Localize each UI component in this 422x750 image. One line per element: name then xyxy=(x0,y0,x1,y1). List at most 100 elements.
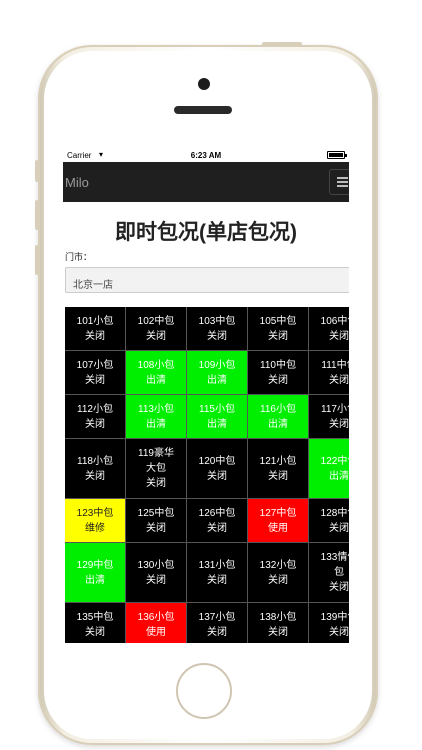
room-status: 关闭 xyxy=(207,574,227,586)
room-name: 115小包 xyxy=(199,403,235,415)
room-name: 111中包 xyxy=(321,359,349,371)
room-status: 关闭 xyxy=(329,374,349,386)
room-cell[interactable]: 139中包关闭 xyxy=(309,603,349,643)
room-status: 关闭 xyxy=(146,330,166,342)
room-name: 138小包 xyxy=(259,611,297,623)
room-status: 使用 xyxy=(268,522,288,534)
room-cell[interactable]: 137小包关闭 xyxy=(187,603,247,643)
menu-toggle-button[interactable] xyxy=(329,169,349,195)
room-cell[interactable]: 138小包关闭 xyxy=(248,603,308,643)
room-cell[interactable]: 125中包 关闭 xyxy=(126,499,186,542)
store-select[interactable]: 北京一店 xyxy=(65,267,349,293)
room-cell[interactable]: 105中包 关闭 xyxy=(248,307,308,350)
room-name: 108小包 xyxy=(137,359,175,371)
room-cell[interactable]: 129中包 出清 xyxy=(65,543,125,602)
app-screen: Carrier ▾ 6:23 AM Milo 即时包况(单店包况) 门市： 北京… xyxy=(63,147,349,643)
earpiece-speaker xyxy=(174,106,232,114)
room-status: 出清 xyxy=(207,374,227,386)
room-name: 137小包 xyxy=(198,611,236,623)
room-name: 130小包 xyxy=(137,559,175,571)
room-cell[interactable]: 131小包 关闭 xyxy=(187,543,247,602)
room-status: 关闭 xyxy=(268,574,288,586)
room-status: 关闭 xyxy=(329,418,349,430)
room-status: 关闭 xyxy=(329,330,349,342)
hamburger-icon xyxy=(337,177,348,179)
room-status: 关闭 xyxy=(146,574,166,586)
room-cell[interactable]: 122中包出清 xyxy=(309,439,349,498)
room-name: 包 xyxy=(334,567,344,578)
power-button xyxy=(262,42,302,46)
status-bar: Carrier ▾ 6:23 AM xyxy=(63,147,349,163)
room-status: 关闭 xyxy=(329,582,349,593)
room-status: 出清 xyxy=(329,470,349,482)
battery-icon xyxy=(327,151,347,159)
room-cell[interactable]: 112小包 关闭 xyxy=(65,395,125,438)
room-name: 110中包 xyxy=(260,359,296,371)
room-cell[interactable]: 118小包 关闭 xyxy=(65,439,125,498)
room-status: 关闭 xyxy=(268,626,288,638)
room-cell[interactable]: 101小包 关闭 xyxy=(65,307,125,350)
room-name: 122中包 xyxy=(320,455,349,467)
room-status: 出清 xyxy=(207,418,227,430)
room-cell[interactable]: 135中包 关闭 xyxy=(65,603,125,643)
room-status: 关闭 xyxy=(146,522,166,534)
room-status: 关闭 xyxy=(329,522,349,534)
room-name: 135中包 xyxy=(76,611,114,623)
room-cell[interactable]: 121小包关闭 xyxy=(248,439,308,498)
room-name: 129中包 xyxy=(76,559,114,571)
room-name: 121小包 xyxy=(259,455,297,467)
room-cell[interactable]: 115小包出清 xyxy=(187,395,247,438)
mute-switch xyxy=(35,160,39,182)
room-cell[interactable]: 123中包 维修 xyxy=(65,499,125,542)
room-name: 139中包 xyxy=(320,611,349,623)
room-status: 关闭 xyxy=(268,330,288,342)
room-status: 关闭 xyxy=(268,470,288,482)
room-status: 出清 xyxy=(268,418,288,430)
volume-up-button xyxy=(35,200,39,230)
room-name: 132小包 xyxy=(259,559,297,571)
room-cell[interactable]: 106中包关闭 xyxy=(309,307,349,350)
room-name: 118小包 xyxy=(77,455,113,467)
room-cell[interactable]: 120中包关闭 xyxy=(187,439,247,498)
room-cell[interactable]: 126中包关闭 xyxy=(187,499,247,542)
room-name: 126中包 xyxy=(198,507,236,519)
room-cell[interactable]: 111中包关闭 xyxy=(309,351,349,394)
room-cell[interactable]: 136小包 使用 xyxy=(126,603,186,643)
room-name: 119豪华 xyxy=(138,448,174,459)
room-name: 127中包 xyxy=(259,507,297,519)
room-cell[interactable]: 127中包使用 xyxy=(248,499,308,542)
room-name: 113小包 xyxy=(138,403,174,415)
room-cell[interactable]: 116小包 出清 xyxy=(248,395,308,438)
room-status: 关闭 xyxy=(146,478,166,489)
room-status: 关闭 xyxy=(207,470,227,482)
room-name: 109小包 xyxy=(198,359,236,371)
room-status: 关闭 xyxy=(85,374,105,386)
room-cell[interactable]: 102中包关闭 xyxy=(126,307,186,350)
room-cell[interactable]: 109小包出清 xyxy=(187,351,247,394)
room-grid: 101小包关闭102中包关闭103中包关闭105中包关闭106中包关闭107小包… xyxy=(65,307,349,643)
room-cell[interactable]: 110中包 关闭 xyxy=(248,351,308,394)
room-cell[interactable]: 128中包关闭 xyxy=(309,499,349,542)
room-status: 关闭 xyxy=(207,522,227,534)
room-status: 使用 xyxy=(146,626,166,638)
room-name: 107小包 xyxy=(76,359,114,371)
room-cell[interactable]: 107小包关闭 xyxy=(65,351,125,394)
room-cell[interactable]: 132小包关闭 xyxy=(248,543,308,602)
room-name: 123中包 xyxy=(76,507,114,519)
room-cell[interactable]: 113小包 出清 xyxy=(126,395,186,438)
room-name: 102中包 xyxy=(137,315,175,327)
brand-link[interactable]: Milo xyxy=(65,175,89,190)
room-cell[interactable]: 119豪华 大包 关闭 xyxy=(126,439,186,498)
hamburger-icon-line xyxy=(337,181,348,183)
room-cell[interactable]: 103中包 关闭 xyxy=(187,307,247,350)
room-cell[interactable]: 130小包关闭 xyxy=(126,543,186,602)
room-status: 关闭 xyxy=(207,626,227,638)
room-name: 120中包 xyxy=(198,455,236,467)
home-button[interactable] xyxy=(176,663,232,719)
room-cell[interactable]: 108小包 出清 xyxy=(126,351,186,394)
room-cell[interactable]: 133情侣包关闭 xyxy=(309,543,349,602)
room-status: 关闭 xyxy=(85,418,105,430)
volume-down-button xyxy=(35,245,39,275)
room-cell[interactable]: 117小包关闭 xyxy=(309,395,349,438)
clock: 6:23 AM xyxy=(190,151,222,160)
